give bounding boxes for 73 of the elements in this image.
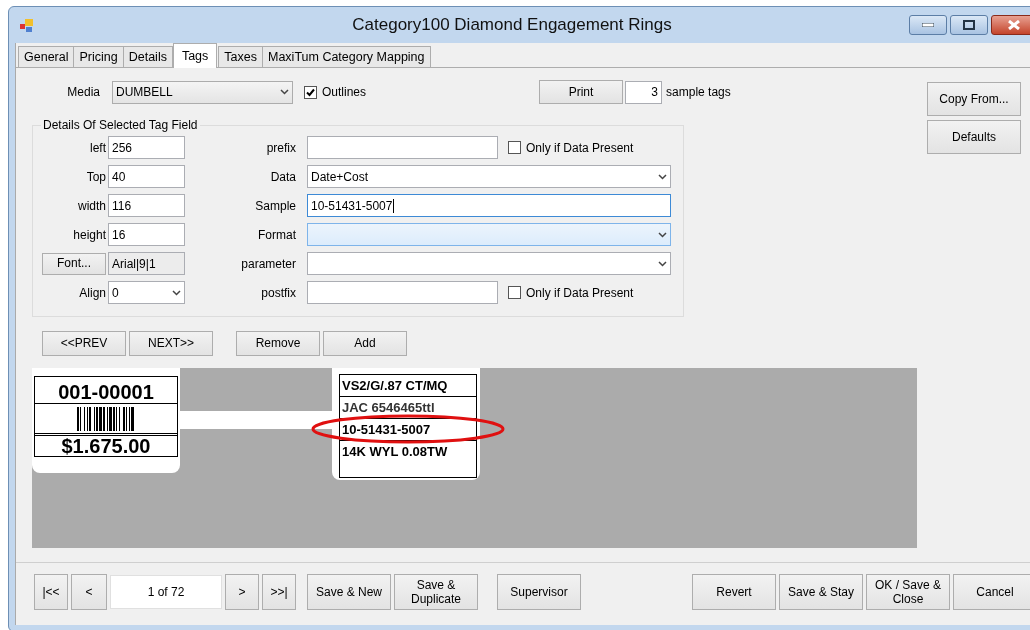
input-field[interactable]: 16 (108, 223, 185, 246)
tag-text: 001-00001 (35, 377, 177, 404)
nav-button[interactable]: <<PREV (42, 331, 126, 356)
dropdown[interactable]: 0 (108, 281, 185, 304)
tab[interactable]: MaxiTum Category Mapping (262, 46, 431, 67)
input-field[interactable]: 256 (108, 136, 185, 159)
action-button[interactable]: Cancel (953, 574, 1030, 610)
nav-button[interactable]: Add (323, 331, 407, 356)
field-label: left (90, 140, 107, 155)
previous-button[interactable]: < (71, 574, 107, 610)
field-label: prefix (265, 140, 297, 155)
print-button[interactable]: Print (539, 80, 624, 104)
tab[interactable]: Taxes (218, 46, 263, 67)
action-button[interactable]: Revert (692, 574, 776, 610)
input-field[interactable] (307, 281, 498, 304)
dropdown[interactable]: DUMBELL (112, 80, 293, 104)
maximize-button[interactable] (950, 15, 988, 35)
field-label: Data (269, 169, 297, 184)
checkbox[interactable] (304, 85, 317, 99)
tag-text: VS2/G/.87 CT/MQ (340, 375, 476, 397)
minimize-icon (922, 23, 934, 27)
field-label: Top (86, 169, 107, 184)
checkbox-label: Only if Data Present (526, 140, 634, 155)
tab[interactable]: Tags (172, 43, 218, 68)
close-icon (1008, 20, 1020, 30)
nav-button[interactable]: NEXT>> (129, 331, 213, 356)
dropdown[interactable]: Date+Cost (307, 165, 671, 188)
field-label: postfix (260, 285, 297, 300)
field-label: parameter (240, 256, 297, 271)
input-field[interactable]: 10-51431-5007 (307, 194, 671, 217)
side-button[interactable]: Defaults (927, 120, 1021, 154)
tag-text: $1.675.00 (35, 435, 177, 456)
input-field[interactable]: 116 (108, 194, 185, 217)
font-field: Arial|9|1 (108, 252, 185, 275)
field-label: Format (257, 227, 297, 242)
field-label: Sample (254, 198, 297, 213)
group-title: Details Of Selected Tag Field (42, 118, 199, 132)
next-button[interactable]: > (225, 574, 259, 610)
tag-text: 14K WYL 0.08TW (341, 443, 449, 461)
tag-text: 10-51431-5007 (340, 419, 476, 441)
checkbox-label: Only if Data Present (526, 285, 634, 300)
input-field[interactable]: 40 (108, 165, 185, 188)
field-label: height (73, 227, 107, 242)
tab[interactable]: Details (122, 46, 173, 67)
window-title: Category100 Diamond Engagement Rings (352, 15, 672, 35)
checkbox[interactable] (508, 286, 521, 299)
barcode-drawing (76, 406, 136, 431)
checkbox-label: Outlines (322, 85, 367, 99)
input-field[interactable]: 3 (625, 80, 663, 104)
action-button[interactable]: Save & Stay (779, 574, 863, 610)
field-label: Align (79, 285, 107, 300)
close-button[interactable] (991, 15, 1030, 35)
action-button[interactable]: Save & New (307, 574, 391, 610)
app-icon (19, 17, 35, 33)
tag-text: JAC 6546465ttl (340, 397, 476, 419)
last-button[interactable]: >>| (262, 574, 296, 610)
checkbox[interactable] (508, 141, 521, 154)
action-button[interactable]: OK / Save & Close (866, 574, 950, 610)
tab[interactable]: Pricing (73, 46, 124, 67)
maximize-icon (963, 20, 975, 30)
action-button[interactable]: Supervisor (497, 574, 581, 610)
tab[interactable]: General (18, 46, 75, 67)
field-label: width (78, 198, 107, 213)
input-field[interactable] (307, 136, 498, 159)
font-button[interactable]: Font... (42, 252, 106, 275)
nav-button[interactable]: Remove (236, 331, 320, 356)
first-button[interactable]: |<< (34, 574, 68, 610)
field-label: sample tags (666, 85, 731, 99)
field-label: Media (66, 85, 101, 99)
action-button[interactable]: Save & Duplicate (394, 574, 478, 610)
side-button[interactable]: Copy From... (927, 82, 1021, 116)
minimize-button[interactable] (909, 15, 947, 35)
record-field[interactable]: 1 of 72 (110, 575, 222, 609)
